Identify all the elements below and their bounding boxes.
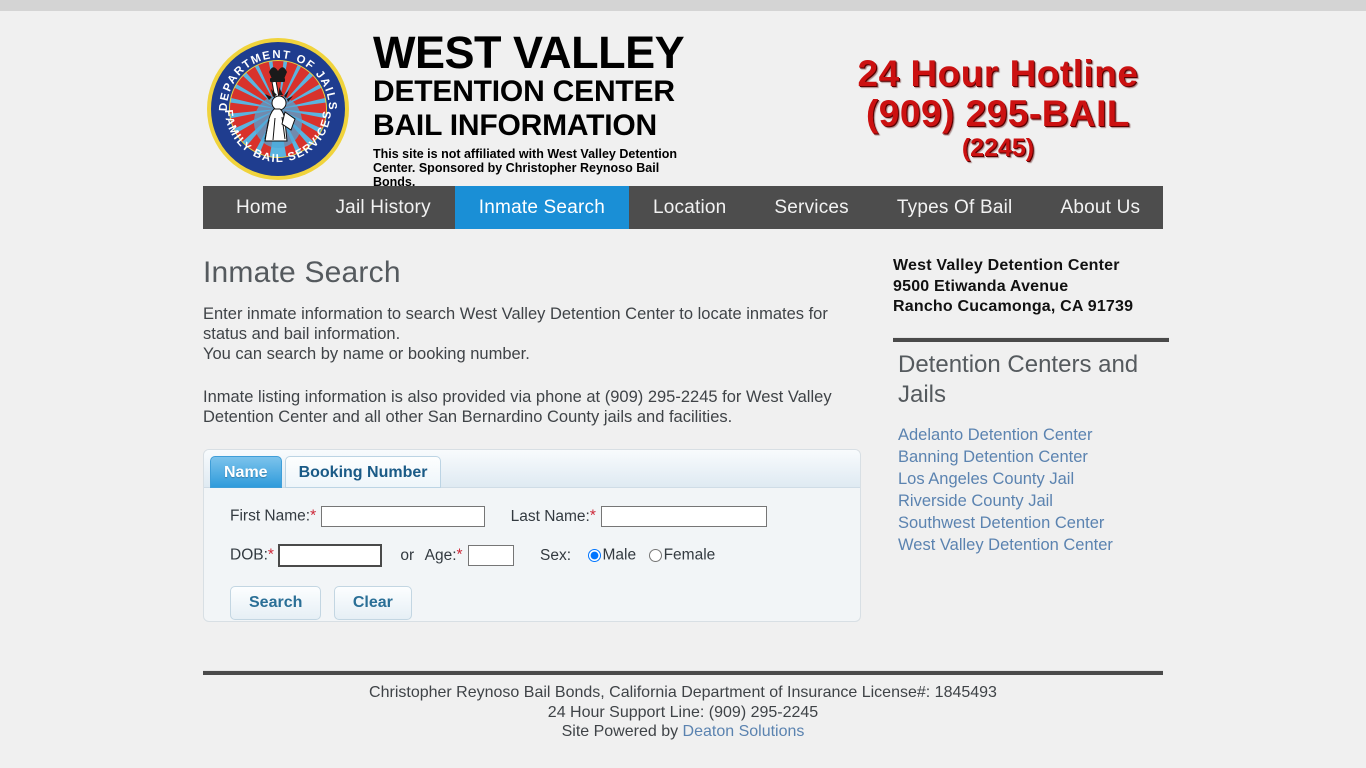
footer-support-line: 24 Hour Support Line: (909) 295-2245 xyxy=(547,703,819,721)
sidebar-divider xyxy=(893,336,1169,342)
tab-label: Booking Number xyxy=(298,464,428,481)
site-title-line-2: DETENTION CENTER xyxy=(373,75,675,108)
phone-paragraph: Inmate listing information is also provi… xyxy=(203,388,832,426)
facility-street: 9500 Etiwanda Avenue xyxy=(893,277,1069,295)
dob-age-sex-row: DOB:* or Age:* Sex: Male Female xyxy=(230,544,860,568)
last-name-label: Last Name: xyxy=(510,507,590,525)
site-title-line-3: BAIL INFORMATION xyxy=(373,109,657,142)
site-title-line-1: WEST VALLEY xyxy=(373,27,685,78)
nav-item-services[interactable]: Services xyxy=(750,186,872,229)
sidebar-link-list: Adelanto Detention Center Banning Detent… xyxy=(898,424,1173,556)
dob-label: DOB: xyxy=(230,546,268,564)
nav-label: About Us xyxy=(1060,196,1141,218)
tab-name[interactable]: Name xyxy=(210,456,282,488)
tab-booking-number[interactable]: Booking Number xyxy=(284,456,442,488)
tab-label: Name xyxy=(224,464,268,481)
intro-paragraph-secondary: You can search by name or booking number… xyxy=(203,345,530,363)
or-label: or xyxy=(400,546,415,564)
inmate-search-form: First Name:* Last Name:* DOB:* or Age:* … xyxy=(204,488,860,620)
first-name-label: First Name: xyxy=(230,507,311,525)
facility-name: West Valley Detention Center xyxy=(893,257,1120,274)
inmate-search-panel: Name Booking Number First Name:* Last Na… xyxy=(203,449,861,622)
sidebar-link-southwest-detention-center[interactable]: Southwest Detention Center xyxy=(898,512,1173,534)
content-column: Inmate Search Enter inmate information t… xyxy=(203,256,873,622)
site-footer: Christopher Reynoso Bail Bonds, Californ… xyxy=(203,683,1163,742)
footer-divider xyxy=(203,670,1163,675)
sidebar-link-riverside-county-jail[interactable]: Riverside County Jail xyxy=(898,490,1173,512)
nav-label: Home xyxy=(236,196,288,218)
footer-deaton-solutions-link[interactable]: Deaton Solutions xyxy=(683,723,805,740)
site-disclaimer: This site is not affiliated with West Va… xyxy=(373,147,677,189)
site-title-block: WEST VALLEY DETENTION CENTER BAIL INFORM… xyxy=(373,30,843,189)
sidebar-link-los-angeles-county-jail[interactable]: Los Angeles County Jail xyxy=(898,468,1173,490)
nav-label: Types Of Bail xyxy=(896,196,1013,218)
dob-required-marker: * xyxy=(267,546,274,564)
footer-powered-prefix: Site Powered by xyxy=(561,723,683,740)
sex-female-label: Female xyxy=(663,546,716,564)
page-root: DEPARTMENT OF JAILS FAMILY BAIL SERVICES… xyxy=(0,11,1366,768)
nav-item-inmate-search[interactable]: Inmate Search xyxy=(454,186,629,229)
nav-label: Jail History xyxy=(335,196,431,218)
nav-label: Location xyxy=(652,196,727,218)
sidebar-link-banning-detention-center[interactable]: Banning Detention Center xyxy=(898,446,1173,468)
intro-paragraph: Enter inmate information to search West … xyxy=(203,305,828,343)
name-row: First Name:* Last Name:* xyxy=(230,506,860,530)
nav-label: Services xyxy=(774,196,849,218)
sidebar-link-adelanto-detention-center[interactable]: Adelanto Detention Center xyxy=(898,424,1173,446)
nav-label: Inmate Search xyxy=(478,196,605,218)
sex-label: Sex: xyxy=(540,546,572,564)
hotline-block: 24 Hour Hotline (909) 295-BAIL (2245) xyxy=(833,53,1163,163)
first-name-required-marker: * xyxy=(310,507,317,525)
age-label: Age: xyxy=(424,546,457,564)
main-navigation: Home Jail History Inmate Search Location… xyxy=(203,186,1163,229)
nav-item-location[interactable]: Location xyxy=(629,186,750,229)
form-actions-row: Search Clear xyxy=(230,586,860,620)
department-of-jails-seal-icon: DEPARTMENT OF JAILS FAMILY BAIL SERVICES xyxy=(205,36,351,182)
nav-item-about-us[interactable]: About Us xyxy=(1036,186,1164,229)
nav-item-jail-history[interactable]: Jail History xyxy=(311,186,454,229)
sex-male-label: Male xyxy=(602,546,637,564)
nav-item-types-of-bail[interactable]: Types Of Bail xyxy=(873,186,1037,229)
last-name-input[interactable] xyxy=(600,506,767,527)
sidebar: West Valley Detention Center 9500 Etiwan… xyxy=(893,256,1173,556)
footer-license-line: Christopher Reynoso Bail Bonds, Californ… xyxy=(369,684,997,701)
last-name-required-marker: * xyxy=(589,507,596,525)
age-required-marker: * xyxy=(456,546,463,564)
nav-item-home[interactable]: Home xyxy=(212,186,311,229)
age-input[interactable] xyxy=(467,545,514,566)
search-tab-bar: Name Booking Number xyxy=(204,450,860,488)
hotline-number: (909) 295-BAIL xyxy=(865,93,1131,134)
search-button[interactable]: Search xyxy=(230,586,322,620)
sidebar-heading: Detention Centers and Jails xyxy=(898,350,1139,408)
sidebar-link-west-valley-detention-center[interactable]: West Valley Detention Center xyxy=(898,534,1173,556)
footer-powered-line: Site Powered by Deaton Solutions xyxy=(203,722,1163,742)
hotline-label: 24 Hour Hotline xyxy=(857,53,1139,94)
main-content: Inmate Search Enter inmate information t… xyxy=(203,256,1169,656)
dob-input[interactable] xyxy=(277,544,382,567)
facility-city-state-zip: Rancho Cucamonga, CA 91739 xyxy=(893,298,1134,315)
clear-button[interactable]: Clear xyxy=(333,586,412,620)
site-header: DEPARTMENT OF JAILS FAMILY BAIL SERVICES… xyxy=(203,20,1163,192)
page-title: Inmate Search xyxy=(203,256,401,289)
hotline-number-digits: (2245) xyxy=(961,134,1035,162)
first-name-input[interactable] xyxy=(321,506,486,527)
sex-male-radio[interactable] xyxy=(587,549,601,562)
sex-female-radio[interactable] xyxy=(648,549,662,562)
